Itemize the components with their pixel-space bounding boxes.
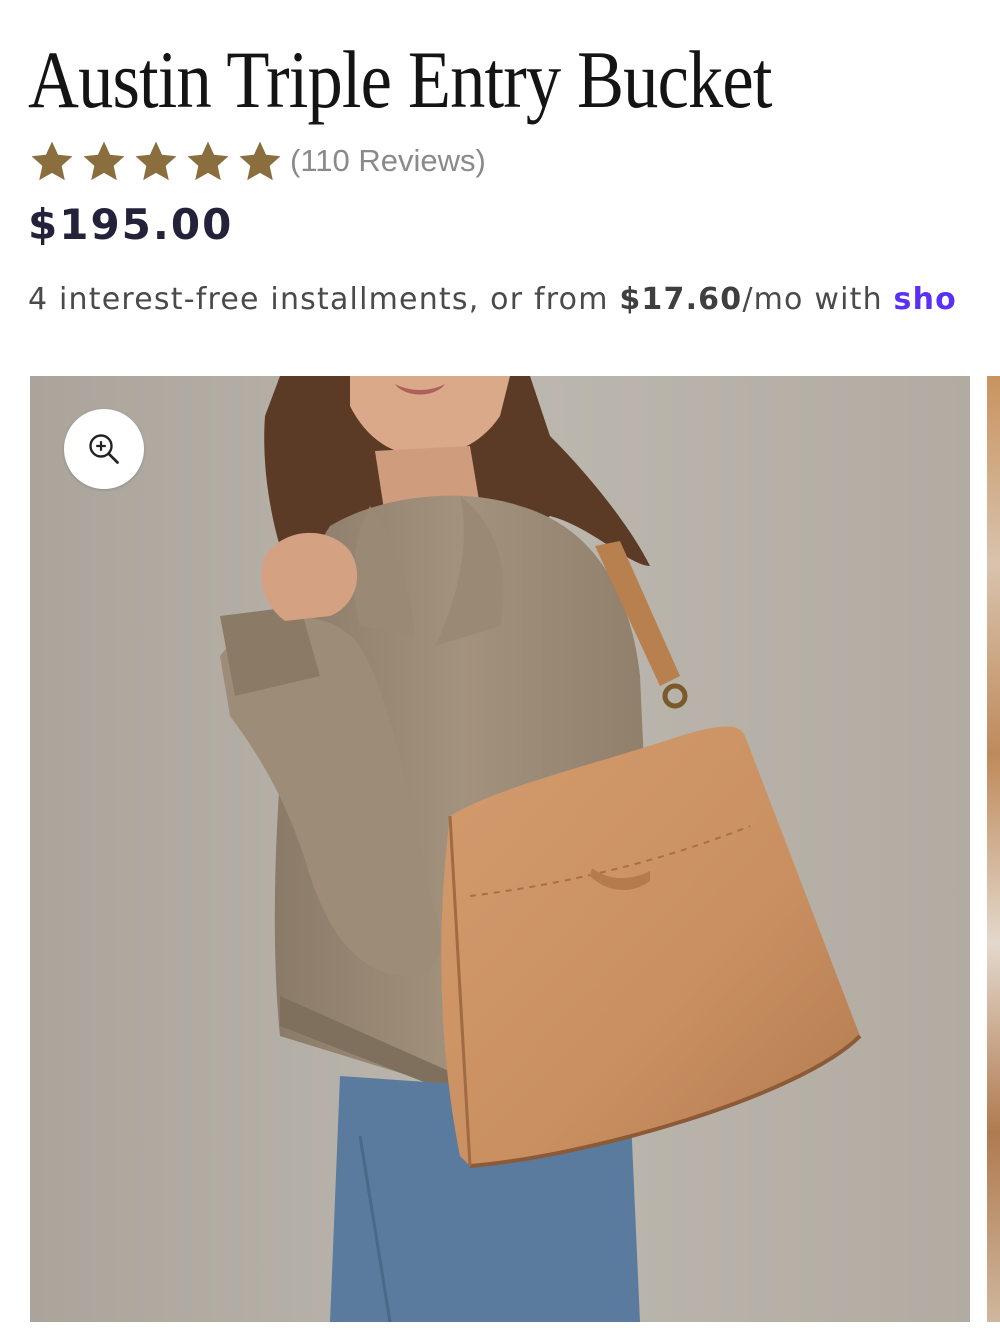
product-image-gallery[interactable]: [30, 376, 1000, 1322]
product-image[interactable]: [30, 376, 970, 1322]
installments-prefix: 4 interest-free installments, or from: [28, 282, 620, 317]
review-count-link[interactable]: (110 Reviews): [290, 143, 486, 179]
shop-pay-logo[interactable]: sho: [894, 282, 957, 317]
zoom-in-icon: [86, 431, 122, 467]
star-rating: [30, 138, 290, 184]
product-title: Austin Triple Entry Bucket: [28, 34, 772, 125]
product-price: $195.00: [28, 200, 234, 249]
installment-amount: $17.60: [619, 282, 743, 317]
star-icon: [82, 138, 134, 184]
product-photo-illustration: [30, 376, 970, 1322]
installments-suffix: /mo with: [742, 282, 894, 317]
star-icon: [238, 138, 290, 184]
product-rating[interactable]: (110 Reviews): [30, 138, 486, 184]
zoom-button[interactable]: [64, 409, 144, 489]
star-icon: [30, 138, 82, 184]
star-icon: [186, 138, 238, 184]
star-icon: [134, 138, 186, 184]
next-product-image[interactable]: [987, 376, 1000, 1322]
installments-message: 4 interest-free installments, or from $1…: [28, 282, 1000, 317]
